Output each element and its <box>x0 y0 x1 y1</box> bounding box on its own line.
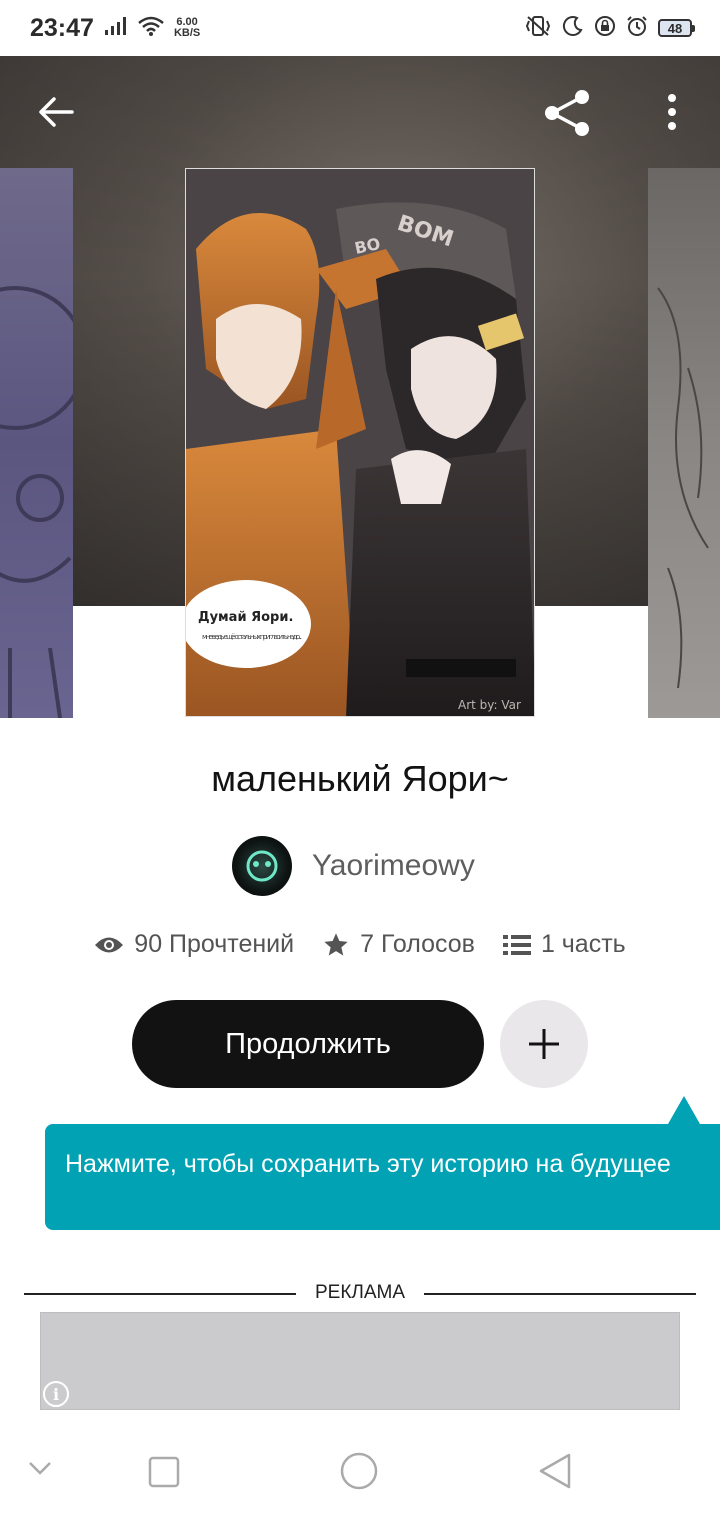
plus-icon <box>529 1029 559 1059</box>
next-cover[interactable] <box>648 168 720 718</box>
cover-signature: Art by: Var <box>458 698 521 712</box>
system-nav-bar <box>0 1420 720 1520</box>
story-stats: 90 Прочтений 7 Голосов 1 часть <box>0 930 720 959</box>
tooltip-text: Нажмите, чтобы сохранить эту историю на … <box>65 1150 671 1178</box>
ad-line-right <box>424 1293 696 1295</box>
network-speed: 6.00 KB/S <box>174 17 200 39</box>
status-bar: 23:47 6.00 KB/S 48 <box>0 0 720 56</box>
arrow-left-icon <box>39 97 74 127</box>
story-title: маленький Яори~ <box>211 758 509 799</box>
clock: 23:47 <box>30 13 94 42</box>
nav-hide-button[interactable] <box>28 1460 52 1481</box>
star-icon <box>324 932 348 955</box>
parts-stat: 1 часть <box>502 930 626 959</box>
chevron-down-icon <box>29 1462 51 1475</box>
home-circle-icon <box>340 1452 378 1490</box>
author-link[interactable]: Yaorimeowy <box>232 836 475 896</box>
avatar <box>232 836 292 896</box>
share-icon <box>545 90 589 136</box>
alarm-icon <box>626 15 648 42</box>
share-button[interactable] <box>542 88 594 143</box>
add-to-library-button[interactable] <box>500 1000 588 1088</box>
reads-count: 90 Прочтений <box>134 930 295 958</box>
ad-divider: РЕКЛАМА <box>24 1280 696 1308</box>
reads-stat: 90 Прочтений <box>94 930 294 959</box>
cover-speech-title: Думай Яори. <box>198 610 293 625</box>
battery-icon: 48 <box>658 19 695 37</box>
votes-stat: 7 Голосов <box>322 930 475 959</box>
recents-square-icon <box>148 1456 180 1488</box>
next-cover-art <box>657 287 709 689</box>
signal-icon <box>104 16 128 41</box>
previous-cover[interactable] <box>0 168 73 718</box>
author-name: Yaorimeowy <box>312 849 475 882</box>
nav-back-button[interactable] <box>538 1452 572 1495</box>
status-bar-left: 23:47 6.00 KB/S <box>30 14 200 43</box>
ad-banner[interactable]: i <box>40 1312 680 1410</box>
save-story-tooltip[interactable]: Нажмите, чтобы сохранить эту историю на … <box>45 1124 720 1230</box>
eye-icon <box>95 937 124 952</box>
cover-speech-sub: мне ведь ещё остальных пригласить надо..… <box>202 633 302 641</box>
status-bar-right: 48 <box>524 15 695 42</box>
list-icon <box>502 934 531 955</box>
tooltip-arrow <box>668 1096 700 1124</box>
story-cover-art: BOM BO Думай Яори. мне ведь ещё остальны… <box>186 169 534 716</box>
nav-home-button[interactable] <box>340 1452 378 1495</box>
nav-recents-button[interactable] <box>148 1456 180 1493</box>
back-triangle-icon <box>539 1453 571 1489</box>
previous-cover-art <box>0 286 73 718</box>
lock-rotation-icon <box>594 15 616 42</box>
network-speed-unit: KB/S <box>173 27 201 39</box>
parts-count: 1 часть <box>540 930 626 958</box>
wifi-icon <box>138 16 164 41</box>
more-button[interactable] <box>664 94 680 135</box>
info-icon[interactable]: i <box>43 1381 69 1407</box>
more-vertical-icon <box>668 94 676 130</box>
continue-reading-button[interactable]: Продолжить <box>132 1000 484 1088</box>
vibrate-icon <box>524 15 552 42</box>
moon-icon <box>562 15 584 42</box>
back-button[interactable] <box>36 92 76 137</box>
votes-count: 7 Голосов <box>360 930 475 958</box>
story-cover[interactable]: BOM BO Думай Яори. мне ведь ещё остальны… <box>185 168 535 717</box>
